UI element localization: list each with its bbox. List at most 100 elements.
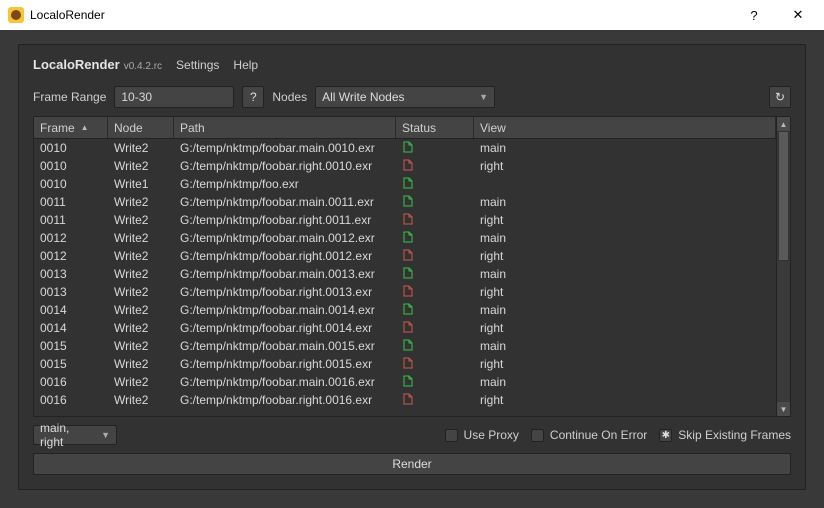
column-header-view[interactable]: View [474,117,776,138]
column-header-frame[interactable]: Frame [34,117,108,138]
cell-path: G:/temp/nktmp/foobar.main.0014.exr [174,303,396,317]
cell-node: Write2 [108,339,174,353]
nodes-dropdown[interactable]: All Write Nodes ▼ [315,86,495,108]
cell-view: right [474,213,776,227]
cell-view: right [474,321,776,335]
frame-range-value: 10-30 [121,90,152,104]
file-status-icon [402,177,414,189]
cell-node: Write2 [108,159,174,173]
frame-range-input[interactable]: 10-30 [114,86,234,108]
nodes-dropdown-value: All Write Nodes [322,90,404,104]
cell-status [396,339,474,354]
checkbox-icon [531,429,544,442]
cell-status [396,213,474,228]
file-status-icon [402,141,414,153]
table-row[interactable]: 0010Write2G:/temp/nktmp/foobar.main.0010… [34,139,776,157]
file-status-icon [402,375,414,387]
cell-path: G:/temp/nktmp/foobar.main.0012.exr [174,231,396,245]
window-title: LocaloRender [30,8,105,22]
table-row[interactable]: 0011Write2G:/temp/nktmp/foobar.right.001… [34,211,776,229]
cell-view: right [474,249,776,263]
cell-status [396,177,474,192]
window-close-button[interactable]: ✕ [776,0,820,30]
continue-on-error-checkbox[interactable]: Continue On Error [531,428,647,442]
menu-help[interactable]: Help [233,58,258,72]
use-proxy-label: Use Proxy [464,428,519,442]
skip-existing-frames-checkbox[interactable]: ✱ Skip Existing Frames [659,428,791,442]
app-icon [8,7,24,23]
cell-view: right [474,393,776,407]
table-row[interactable]: 0016Write2G:/temp/nktmp/foobar.main.0016… [34,373,776,391]
cell-path: G:/temp/nktmp/foobar.right.0013.exr [174,285,396,299]
cell-node: Write2 [108,303,174,317]
cell-status [396,375,474,390]
table-row[interactable]: 0010Write2G:/temp/nktmp/foobar.right.001… [34,157,776,175]
table-row[interactable]: 0011Write2G:/temp/nktmp/foobar.main.0011… [34,193,776,211]
cell-node: Write2 [108,267,174,281]
cell-node: Write2 [108,357,174,371]
cell-frame: 0011 [34,195,108,209]
table-row[interactable]: 0016Write2G:/temp/nktmp/foobar.right.001… [34,391,776,409]
cell-frame: 0016 [34,375,108,389]
panel-header: LocaloRender v0.4.2.rc Settings Help [33,57,791,72]
cell-path: G:/temp/nktmp/foobar.right.0015.exr [174,357,396,371]
column-header-status[interactable]: Status [396,117,474,138]
window-help-button[interactable]: ? [732,0,776,30]
file-status-icon [402,159,414,171]
main-panel: LocaloRender v0.4.2.rc Settings Help Fra… [18,44,806,490]
window-titlebar: LocaloRender ? ✕ [0,0,824,30]
cell-node: Write1 [108,177,174,191]
cell-path: G:/temp/nktmp/foobar.main.0010.exr [174,141,396,155]
question-icon: ? [250,90,257,104]
file-status-icon [402,285,414,297]
cell-view: main [474,303,776,317]
frame-range-help-button[interactable]: ? [242,86,264,108]
cell-path: G:/temp/nktmp/foobar.right.0010.exr [174,159,396,173]
table-row[interactable]: 0015Write2G:/temp/nktmp/foobar.main.0015… [34,337,776,355]
cell-frame: 0010 [34,141,108,155]
refresh-button[interactable]: ↻ [769,86,791,108]
scroll-up-arrow-icon[interactable]: ▲ [777,117,790,131]
cell-path: G:/temp/nktmp/foobar.main.0016.exr [174,375,396,389]
table-row[interactable]: 0014Write2G:/temp/nktmp/foobar.main.0014… [34,301,776,319]
column-header-path[interactable]: Path [174,117,396,138]
cell-status [396,393,474,408]
frames-table: Frame Node Path Status View 0010Write2G:… [33,116,791,417]
scroll-down-arrow-icon[interactable]: ▼ [777,402,790,416]
cell-view: main [474,141,776,155]
cell-frame: 0012 [34,249,108,263]
table-row[interactable]: 0010Write1G:/temp/nktmp/foo.exr [34,175,776,193]
table-row[interactable]: 0012Write2G:/temp/nktmp/foobar.main.0012… [34,229,776,247]
column-header-node[interactable]: Node [108,117,174,138]
file-status-icon [402,357,414,369]
cell-view: right [474,285,776,299]
table-row[interactable]: 0013Write2G:/temp/nktmp/foobar.right.001… [34,283,776,301]
cell-frame: 0010 [34,177,108,191]
render-button-label: Render [392,457,431,471]
file-status-icon [402,267,414,279]
cell-status [396,159,474,174]
table-row[interactable]: 0014Write2G:/temp/nktmp/foobar.right.001… [34,319,776,337]
table-row[interactable]: 0015Write2G:/temp/nktmp/foobar.right.001… [34,355,776,373]
use-proxy-checkbox[interactable]: Use Proxy [445,428,519,442]
render-button[interactable]: Render [33,453,791,475]
cell-view: right [474,159,776,173]
menu-settings[interactable]: Settings [176,58,219,72]
frame-range-label: Frame Range [33,90,106,104]
table-row[interactable]: 0012Write2G:/temp/nktmp/foobar.right.001… [34,247,776,265]
views-dropdown[interactable]: main, right ▼ [33,425,117,445]
scroll-thumb[interactable] [778,131,789,261]
cell-status [396,357,474,372]
cell-path: G:/temp/nktmp/foobar.main.0015.exr [174,339,396,353]
file-status-icon [402,339,414,351]
table-row[interactable]: 0013Write2G:/temp/nktmp/foobar.main.0013… [34,265,776,283]
vertical-scrollbar[interactable]: ▲ ▼ [776,117,790,416]
cell-path: G:/temp/nktmp/foobar.main.0013.exr [174,267,396,281]
file-status-icon [402,213,414,225]
cell-frame: 0014 [34,321,108,335]
cell-status [396,267,474,282]
continue-on-error-label: Continue On Error [550,428,647,442]
cell-node: Write2 [108,141,174,155]
cell-frame: 0013 [34,285,108,299]
file-status-icon [402,231,414,243]
